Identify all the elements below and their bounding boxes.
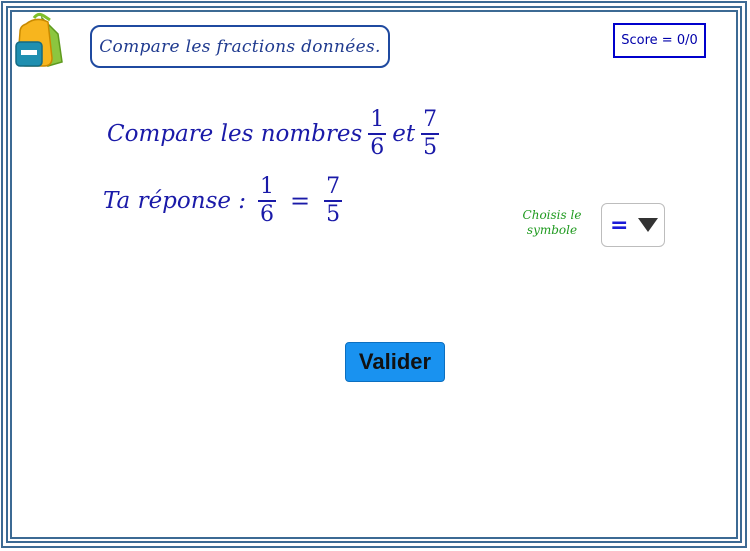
symbol-dropdown[interactable]: = bbox=[601, 203, 665, 247]
question-fraction-b: 7 5 bbox=[421, 107, 440, 161]
question-line: Compare les nombres 1 6 et 7 5 bbox=[107, 107, 445, 161]
score-display: Score = 0/0 bbox=[613, 23, 706, 58]
answer-line: Ta réponse : 1 6 = 7 5 bbox=[103, 174, 348, 228]
answer-symbol: = bbox=[290, 186, 311, 215]
backpack-icon bbox=[15, 12, 63, 67]
question-fraction-a: 1 6 bbox=[368, 107, 387, 161]
fraction-denominator: 6 bbox=[260, 201, 275, 227]
answer-prefix: Ta réponse : bbox=[103, 187, 247, 214]
question-prefix: Compare les nombres bbox=[107, 120, 363, 147]
symbol-hint: Choisis le symbole bbox=[522, 208, 582, 237]
fraction-denominator: 5 bbox=[326, 201, 341, 227]
question-connector: et bbox=[392, 120, 416, 147]
exercise-window: Compare les fractions données. Score = 0… bbox=[0, 0, 750, 551]
fraction-numerator: 7 bbox=[326, 174, 341, 199]
validate-button[interactable]: Valider bbox=[345, 342, 445, 382]
fraction-denominator: 6 bbox=[370, 134, 385, 160]
answer-fraction-b: 7 5 bbox=[324, 174, 343, 228]
fraction-denominator: 5 bbox=[423, 134, 438, 160]
selected-symbol: = bbox=[610, 212, 629, 238]
caret-down-icon bbox=[638, 218, 658, 232]
fraction-numerator: 7 bbox=[423, 107, 438, 132]
frame-border-inner bbox=[10, 10, 738, 539]
fraction-numerator: 1 bbox=[260, 174, 275, 199]
instruction-box: Compare les fractions données. bbox=[90, 25, 390, 68]
fraction-numerator: 1 bbox=[370, 107, 385, 132]
answer-fraction-a: 1 6 bbox=[258, 174, 277, 228]
